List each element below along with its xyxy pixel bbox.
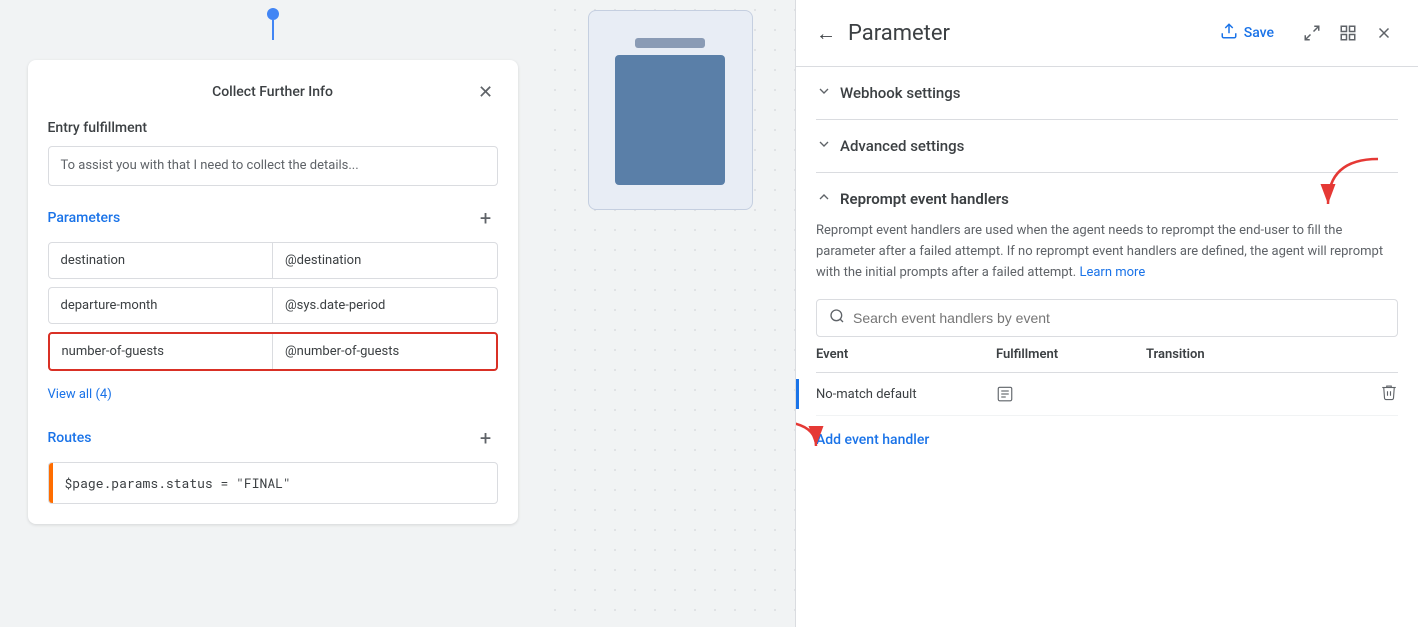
route-text: $page.params.status = "FINAL" (53, 464, 303, 502)
routes-label: Routes (48, 430, 92, 446)
back-button[interactable]: ← (816, 21, 836, 46)
row-left-indicator (796, 379, 799, 409)
close-panel-icon[interactable] (1370, 19, 1398, 47)
webhook-settings-label: Webhook settings (840, 84, 961, 102)
save-button[interactable]: Save (1208, 16, 1286, 50)
parameters-section-header: Parameters + (48, 206, 498, 230)
add-parameter-button[interactable]: + (474, 206, 498, 230)
advanced-settings-header[interactable]: Advanced settings (816, 136, 1398, 156)
param-value-destination: @destination (273, 243, 497, 278)
right-header: ← Parameter Save (796, 0, 1418, 67)
connector-dot (267, 8, 279, 20)
reprompt-chevron-icon[interactable] (816, 189, 832, 209)
grid-icon[interactable] (1334, 19, 1362, 47)
webhook-chevron-icon (816, 83, 832, 103)
search-event-handlers-input[interactable] (853, 310, 1385, 326)
add-handler-row: Add event handler (816, 416, 1398, 464)
add-route-button[interactable]: + (474, 426, 498, 450)
node-card[interactable] (588, 10, 753, 210)
event-name: No-match default (816, 387, 917, 402)
close-button[interactable]: ✕ (474, 80, 498, 104)
learn-more-link[interactable]: Learn more (1079, 265, 1145, 280)
card-title: Collect Further Info (72, 84, 474, 100)
node-card-wrapper (588, 10, 753, 210)
left-panel: Collect Further Info ✕ Entry fulfillment… (0, 0, 545, 627)
arrow-annotation-top (1308, 154, 1388, 214)
reprompt-title: Reprompt event handlers (840, 190, 1009, 208)
search-icon (829, 308, 845, 328)
col-transition-header: Transition (1146, 347, 1398, 362)
right-panel: ← Parameter Save (795, 0, 1418, 627)
save-label: Save (1244, 25, 1274, 41)
table-header: Event Fulfillment Transition (816, 337, 1398, 373)
delete-row-icon[interactable] (1380, 383, 1398, 405)
node-top-bar (635, 38, 705, 48)
toolbar-icons (1298, 19, 1398, 47)
webhook-settings-header[interactable]: Webhook settings (816, 83, 1398, 103)
reprompt-section: Reprompt event handlers Reprompt event h… (816, 173, 1398, 480)
fulfillment-cell (996, 385, 1146, 403)
panel-title: Parameter (848, 21, 1196, 46)
param-value-number-of-guests: @number-of-guests (273, 334, 496, 369)
param-value-departure-month: @sys.date-period (273, 288, 497, 323)
fulfillment-text-box[interactable]: To assist you with that I need to collec… (48, 146, 498, 186)
param-row-number-of-guests[interactable]: number-of-guests @number-of-guests (48, 332, 498, 371)
middle-canvas (545, 0, 795, 627)
fulfillment-icon (996, 385, 1014, 403)
entry-fulfillment-label: Entry fulfillment (48, 120, 498, 136)
save-icon (1220, 22, 1238, 44)
arrow-annotation-bottom (796, 416, 826, 456)
routes-section: Routes + $page.params.status = "FINAL" (48, 426, 498, 504)
param-name-destination: destination (49, 243, 274, 278)
parameters-label: Parameters (48, 210, 121, 226)
add-event-handler-button[interactable]: Add event handler (816, 424, 929, 456)
card-header: Collect Further Info ✕ (48, 80, 498, 104)
routes-section-header: Routes + (48, 426, 498, 450)
expand-icon[interactable] (1298, 19, 1326, 47)
col-event-header: Event (816, 347, 996, 362)
route-row[interactable]: $page.params.status = "FINAL" (48, 462, 498, 504)
event-handler-row[interactable]: No-match default (816, 373, 1398, 416)
webhook-settings-section: Webhook settings (816, 67, 1398, 120)
fulfillment-text: To assist you with that I need to collec… (61, 158, 359, 173)
param-name-number-of-guests: number-of-guests (50, 334, 274, 369)
param-row-destination[interactable]: destination @destination (48, 242, 498, 279)
right-content: Webhook settings Advanced settings (796, 67, 1418, 480)
node-body (615, 55, 725, 185)
view-all-link[interactable]: View all (4) (48, 387, 112, 402)
collect-further-info-card: Collect Further Info ✕ Entry fulfillment… (28, 60, 518, 524)
param-row-departure-month[interactable]: departure-month @sys.date-period (48, 287, 498, 324)
advanced-settings-label: Advanced settings (840, 137, 964, 155)
search-box (816, 299, 1398, 337)
col-fulfillment-header: Fulfillment (996, 347, 1146, 362)
reprompt-description: Reprompt event handlers are used when th… (816, 221, 1398, 283)
param-name-departure-month: departure-month (49, 288, 274, 323)
connector-line (272, 20, 274, 40)
event-cell: No-match default (816, 387, 996, 402)
transition-cell (1146, 383, 1398, 405)
advanced-chevron-icon (816, 136, 832, 156)
reprompt-header-row: Reprompt event handlers (816, 189, 1398, 209)
